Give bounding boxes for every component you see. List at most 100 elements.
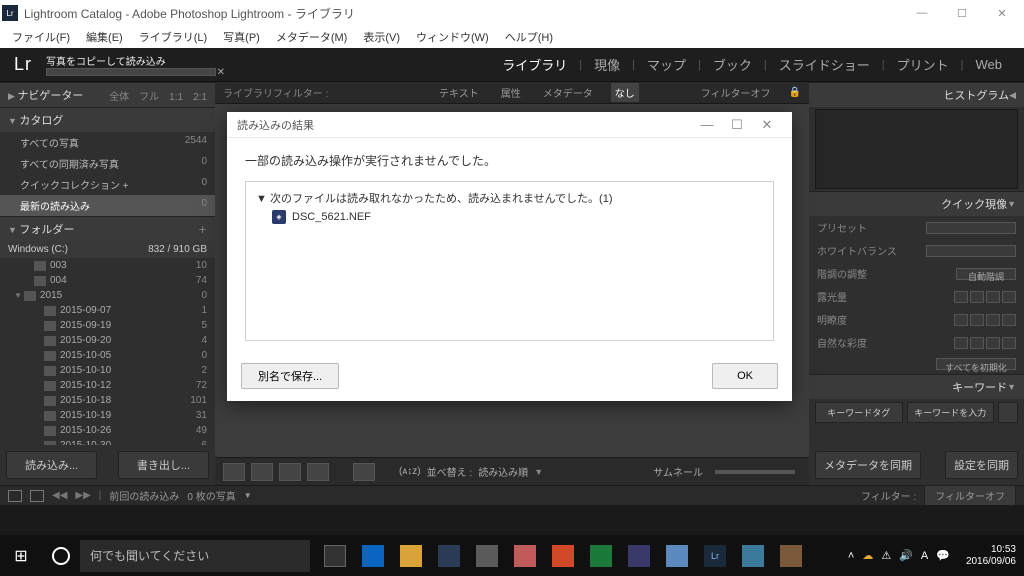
exp-dec2[interactable] [954, 291, 968, 303]
menu-help[interactable]: ヘルプ(H) [499, 27, 559, 47]
taskbar-app-5[interactable] [506, 535, 544, 576]
histogram-header[interactable]: ヒストグラム ◀ [809, 82, 1024, 107]
menu-edit[interactable]: 編集(E) [80, 27, 129, 47]
wb-dropdown[interactable] [926, 245, 1016, 257]
exp-inc[interactable] [986, 291, 1000, 303]
tray-chevron-icon[interactable]: ˄ [848, 550, 854, 562]
folder-row[interactable]: 2015-10-18101 [0, 393, 215, 408]
compare-view-icon[interactable] [279, 463, 301, 481]
module-map[interactable]: マップ [639, 55, 694, 74]
dialog-maximize-icon[interactable]: ☐ [722, 117, 752, 133]
painter-icon[interactable] [353, 463, 375, 481]
navigator-header[interactable]: ▶ ナビゲーター 全体 フル 1:1 2:1 [0, 82, 215, 107]
catalog-row[interactable]: すべての同期済み写真0 [0, 153, 215, 174]
folder-row[interactable]: ▼20150 [0, 288, 215, 303]
grid-view-icon[interactable] [223, 463, 245, 481]
sync-metadata-button[interactable]: メタデータを同期 [815, 451, 921, 479]
filmstrip[interactable] [0, 505, 1024, 535]
folder-row[interactable]: 2015-10-102 [0, 363, 215, 378]
menu-window[interactable]: ウィンドウ(W) [410, 27, 495, 47]
quickdev-header[interactable]: クイック現像 ▼ [809, 191, 1024, 216]
taskbar-app-10[interactable] [734, 535, 772, 576]
autotone-button[interactable]: 自動階調 [956, 268, 1016, 280]
keyword-more-icon[interactable] [998, 402, 1018, 423]
menu-view[interactable]: 表示(V) [357, 27, 406, 47]
taskbar-app-1[interactable] [354, 535, 392, 576]
exp-inc2[interactable] [1002, 291, 1016, 303]
folders-header[interactable]: ▼ フォルダー ＋ [0, 216, 215, 241]
keyword-input-hint[interactable]: キーワードを入力 [907, 402, 995, 423]
menu-file[interactable]: ファイル(F) [6, 27, 76, 47]
keyword-header[interactable]: キーワード ▼ [809, 374, 1024, 399]
failed-file-row[interactable]: ◈ DSC_5621.NEF [256, 206, 763, 224]
catalog-row[interactable]: 最新の読み込み0 [0, 195, 215, 216]
menu-photo[interactable]: 写真(P) [217, 27, 266, 47]
tray-ime-icon[interactable]: A [921, 550, 928, 562]
reset-button[interactable]: すべてを初期化 [936, 358, 1016, 370]
sort-value[interactable]: 読み込み順 [478, 464, 528, 479]
taskbar-app-7[interactable] [582, 535, 620, 576]
dialog-list-header[interactable]: ▼ 次のファイルは読み取れなかったため、読み込まれませんでした。(1) [256, 190, 763, 206]
loupe-view-icon[interactable] [251, 463, 273, 481]
taskbar-lightroom[interactable]: Lr [696, 535, 734, 576]
folder-row[interactable]: 2015-10-050 [0, 348, 215, 363]
navigator-opts[interactable]: 全体 フル 1:1 2:1 [109, 88, 207, 103]
taskbar-app-2[interactable] [392, 535, 430, 576]
folder-row[interactable]: 2015-09-071 [0, 303, 215, 318]
cortana-icon[interactable] [42, 547, 80, 565]
tray-notif-icon[interactable]: ⚠ [881, 549, 891, 562]
taskbar-clock[interactable]: 10:53 2016/09/06 [958, 544, 1024, 568]
drive-row[interactable]: Windows (C:) 832 / 910 GB [0, 241, 215, 258]
filter-preset[interactable]: フィルターオフ [697, 83, 775, 102]
minimize-icon[interactable]: — [902, 0, 942, 26]
import-button[interactable]: 読み込み... [6, 451, 97, 479]
module-develop[interactable]: 現像 [586, 55, 628, 74]
folder-row[interactable]: 2015-10-2649 [0, 423, 215, 438]
save-as-button[interactable]: 別名で保存... [241, 363, 339, 389]
filmstrip-filter-dropdown[interactable]: フィルターオフ [924, 485, 1016, 506]
folder-row[interactable]: 2015-09-204 [0, 333, 215, 348]
preset-dropdown[interactable] [926, 222, 1016, 234]
menu-metadata[interactable]: メタデータ(M) [270, 27, 354, 47]
taskbar-app-6[interactable] [544, 535, 582, 576]
survey-view-icon[interactable] [307, 463, 329, 481]
thumbnail-slider[interactable] [715, 470, 795, 474]
module-slideshow[interactable]: スライドショー [771, 55, 878, 74]
forward-icon[interactable]: ▶▶ [75, 490, 90, 501]
tray-action-icon[interactable]: 💬 [936, 549, 950, 562]
folder-row[interactable]: 2015-10-306 [0, 438, 215, 445]
module-library[interactable]: ライブラリ [494, 55, 575, 74]
dialog-minimize-icon[interactable]: — [692, 117, 722, 132]
catalog-row[interactable]: すべての写真2544 [0, 132, 215, 153]
add-folder-icon[interactable]: ＋ [198, 223, 207, 236]
maximize-icon[interactable]: ☐ [942, 0, 982, 26]
taskbar-app-3[interactable] [430, 535, 468, 576]
source-label[interactable]: 前回の読み込み [109, 488, 179, 503]
taskbar-app-11[interactable] [772, 535, 810, 576]
filter-text[interactable]: テキスト [435, 83, 483, 102]
task-view-icon[interactable] [316, 535, 354, 576]
filter-none[interactable]: なし [611, 83, 639, 102]
back-icon[interactable]: ◀◀ [52, 490, 67, 501]
taskbar-search[interactable]: 何でも聞いてください [80, 540, 310, 572]
keyword-tag-button[interactable]: キーワードタグ [815, 402, 903, 423]
main-window-icon[interactable] [8, 490, 22, 502]
module-print[interactable]: プリント [889, 55, 957, 74]
folder-row[interactable]: 00474 [0, 273, 215, 288]
sync-settings-button[interactable]: 設定を同期 [945, 451, 1018, 479]
sort-icon[interactable]: (ᴀ↕ᴢ) [399, 466, 421, 477]
folder-row[interactable]: 00310 [0, 258, 215, 273]
catalog-row[interactable]: クイックコレクション +0 [0, 174, 215, 195]
catalog-header[interactable]: ▼ カタログ [0, 107, 215, 132]
close-icon[interactable]: ✕ [982, 0, 1022, 26]
filter-lock-icon[interactable]: 🔒 [789, 87, 801, 98]
folder-row[interactable]: 2015-10-1272 [0, 378, 215, 393]
taskbar-app-4[interactable] [468, 535, 506, 576]
exp-dec[interactable] [970, 291, 984, 303]
second-window-icon[interactable] [30, 490, 44, 502]
taskbar-app-8[interactable] [620, 535, 658, 576]
onedrive-icon[interactable]: ☁ [862, 549, 873, 562]
folder-row[interactable]: 2015-09-195 [0, 318, 215, 333]
ok-button[interactable]: OK [712, 363, 778, 389]
filter-attr[interactable]: 属性 [497, 83, 525, 102]
